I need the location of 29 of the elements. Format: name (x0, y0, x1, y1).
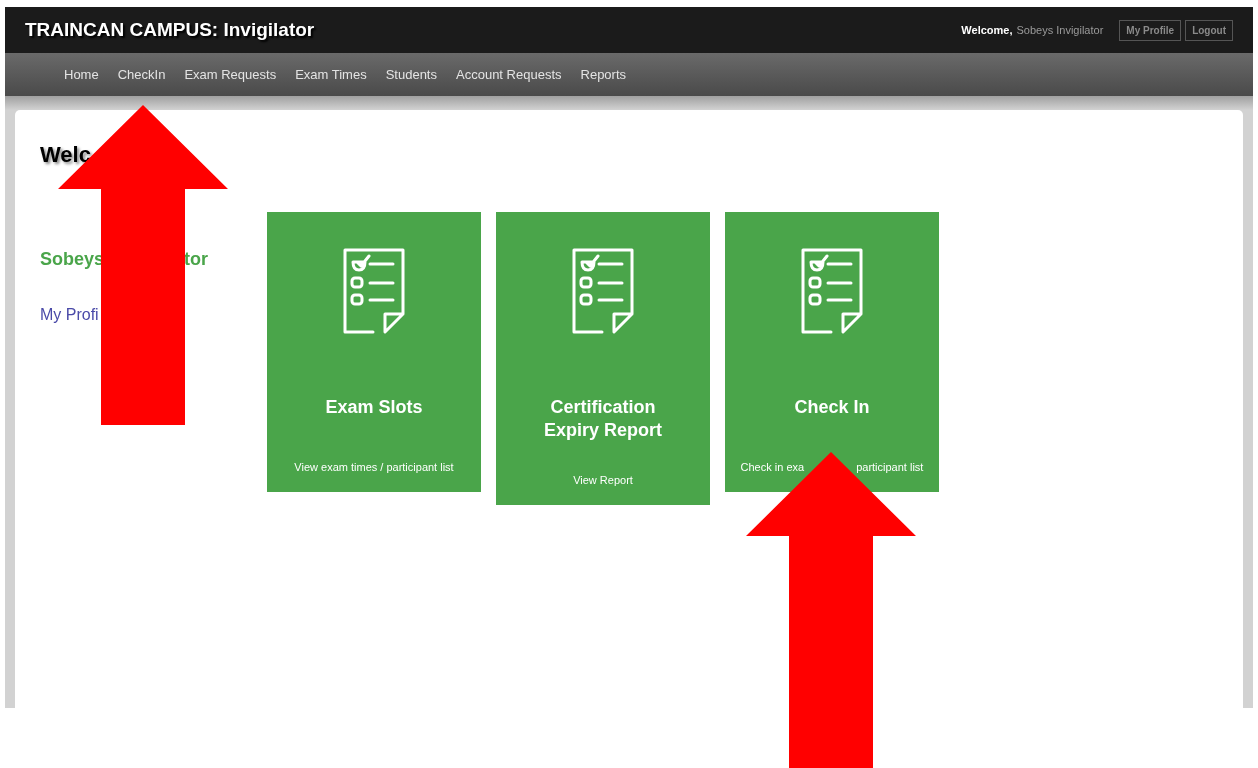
tile-card[interactable]: Exam Slots View exam times / participant list (267, 212, 481, 492)
welcome-heading: Welc (40, 141, 92, 169)
checklist-icon (343, 248, 405, 334)
user-heading: Sobeys (40, 248, 105, 271)
nav-link[interactable]: Exam Requests (184, 64, 277, 85)
checklist-icon (572, 248, 634, 334)
tile-card[interactable]: Check In Check in exa participant list (725, 212, 939, 492)
nav-link[interactable]: Reports (580, 64, 627, 85)
tile-title: Check In (793, 396, 871, 419)
tile-subtitle: Check in exa (740, 460, 805, 475)
tile-subtitle: View exam times / participant list (294, 460, 454, 475)
tile-title: Exam Slots (324, 396, 424, 419)
tile-subtitle: participant list (856, 460, 924, 475)
nav-link[interactable]: Students (385, 64, 437, 85)
profile-link[interactable]: My Profi (40, 303, 267, 327)
welcome-label: Welcome, (961, 22, 1013, 38)
header-button[interactable]: My Profile (1119, 19, 1182, 41)
checklist-icon (801, 248, 863, 334)
nav-link[interactable]: Account Requests (456, 64, 562, 85)
user-heading: tor (184, 248, 209, 271)
tile-subtitle: View Report (573, 473, 633, 488)
nav-link[interactable]: CheckIn (117, 64, 166, 85)
tile-card[interactable]: Certification Expiry Report View Report (496, 212, 710, 505)
tile-title: Certification Expiry Report (543, 396, 663, 442)
user-name: Sobeys Invigilator (1016, 22, 1104, 38)
nav-link[interactable]: Home (64, 64, 99, 85)
header-button[interactable]: Logout (1185, 19, 1233, 41)
nav-link[interactable]: Exam Times (295, 64, 367, 85)
app-title: TRAINCAN CAMPUS: Invigilator (25, 17, 315, 42)
